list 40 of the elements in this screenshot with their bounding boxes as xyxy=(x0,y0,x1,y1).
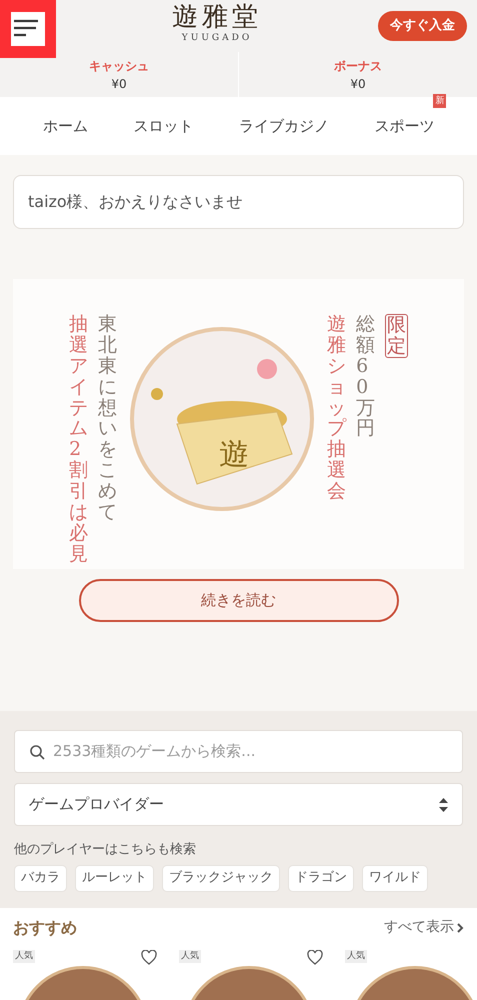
search-icon xyxy=(29,744,45,760)
search-chip[interactable]: ドラゴン xyxy=(288,864,354,892)
chevron-right-icon xyxy=(456,922,464,932)
read-more-button[interactable]: 続きを読む xyxy=(78,579,398,622)
search-field[interactable]: 2533種類のゲームから検索... xyxy=(14,730,463,773)
limited-tag: 限定 xyxy=(385,314,408,358)
balance-amount: ¥0 xyxy=(350,76,366,92)
search-input[interactable]: 2533種類のゲームから検索... xyxy=(53,740,448,763)
logo-text: 遊雅堂 xyxy=(172,2,262,32)
section-title: おすすめ xyxy=(13,916,77,938)
sort-arrows-icon xyxy=(439,798,448,812)
view-all-link[interactable]: すべて表示 xyxy=(384,917,464,938)
heart-icon[interactable] xyxy=(307,950,323,964)
logo-subtitle: YUUGADO xyxy=(182,32,252,46)
nav-tab[interactable]: スロット xyxy=(133,115,194,138)
popular-badge: 人気 xyxy=(345,950,367,963)
menu-button[interactable] xyxy=(0,0,56,58)
balance-amount: ¥0 xyxy=(111,76,127,92)
search-chip[interactable]: ルーレット xyxy=(75,864,154,892)
deposit-button[interactable]: 今すぐ入金 xyxy=(378,11,467,41)
search-chip[interactable]: バカラ xyxy=(14,864,67,892)
nav-tab[interactable]: ライブカジノ xyxy=(238,115,329,138)
vertical-text: 遊雅ショップ抽選会 xyxy=(327,314,346,502)
suggestion-label: 他のプレイヤーはこちらも検索 xyxy=(14,841,197,859)
menu-icon xyxy=(11,12,45,46)
nav-tab[interactable]: スポーツ xyxy=(374,115,434,138)
popular-badge: 人気 xyxy=(179,950,201,963)
balance-label: ボーナス xyxy=(334,58,382,74)
nav-tab[interactable]: ホーム xyxy=(42,115,88,138)
balance-label: キャッシュ xyxy=(89,58,149,74)
search-chip[interactable]: ブラックジャック xyxy=(162,864,280,892)
search-chip[interactable]: ワイルド xyxy=(362,864,428,892)
vertical-text: 総額60万円 xyxy=(356,314,376,442)
welcome-message: taizo様、おかえりなさいませ xyxy=(13,175,464,229)
popular-badge: 人気 xyxy=(13,950,35,963)
vertical-text: 抽選アイテム2割引は必見 xyxy=(69,314,88,565)
provider-select[interactable]: ゲームプロバイダー xyxy=(14,783,463,826)
vertical-text: 東北東に想いをこめて xyxy=(98,314,118,526)
new-badge: 新 xyxy=(433,94,446,108)
heart-icon[interactable] xyxy=(141,950,157,964)
